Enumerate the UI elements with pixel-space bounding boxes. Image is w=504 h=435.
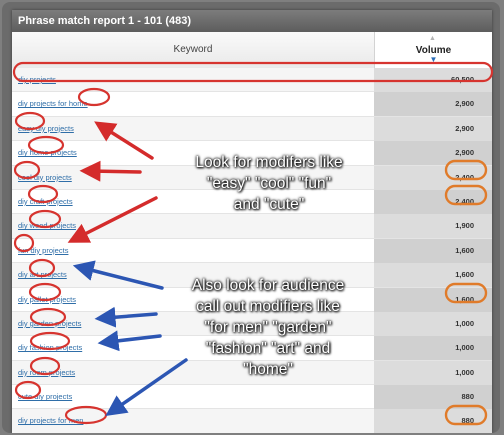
volume-value: 2,900 xyxy=(374,116,492,141)
table-row: easy diy projects 2,900 xyxy=(12,116,492,142)
sort-up-icon: ▲ xyxy=(429,35,436,42)
sort-down-icon: ▼ xyxy=(429,55,438,64)
keyword-link[interactable]: diy garden projects xyxy=(18,312,81,336)
note-line: Look for modifers like xyxy=(195,154,343,171)
report-title: Phrase match report 1 - 101 (483) xyxy=(12,10,492,32)
volume-value: 1,000 xyxy=(374,360,492,385)
keyword-link[interactable]: diy projects xyxy=(18,68,56,92)
note-line: call out modifiers like xyxy=(196,298,340,315)
volume-value: 880 xyxy=(374,385,492,410)
volume-value: 2,400 xyxy=(374,189,492,214)
keyword-link[interactable]: diy fashion projects xyxy=(18,336,82,360)
note-line: Also look for audience xyxy=(191,277,345,294)
note-line: "home" xyxy=(243,361,293,378)
table-row: fun diy projects 1,600 xyxy=(12,238,492,264)
volume-value: 880 xyxy=(374,409,492,433)
volume-value: 2,900 xyxy=(374,92,492,117)
annotation-note-modifiers: Look for modifers like "easy" "cool" "fu… xyxy=(148,152,390,215)
note-line: "for men" "garden" xyxy=(204,319,332,336)
volume-value: 60,500 xyxy=(374,68,492,92)
volume-value: 1,900 xyxy=(374,214,492,239)
note-line: "fashion" "art" and xyxy=(205,340,331,357)
volume-column-header[interactable]: ▲ Volume ▼ xyxy=(374,32,492,68)
annotation-note-audience: Also look for audience call out modifier… xyxy=(148,275,388,380)
volume-value: 2,400 xyxy=(374,165,492,190)
keyword-link[interactable]: diy wood projects xyxy=(18,214,76,238)
keyword-link[interactable]: diy art projects xyxy=(18,263,67,287)
volume-value: 1,600 xyxy=(374,263,492,288)
keyword-link[interactable]: cute diy projects xyxy=(18,385,72,409)
volume-value: 1,000 xyxy=(374,336,492,361)
keyword-link[interactable]: diy projects for home xyxy=(18,92,88,116)
table-header: Keyword ▲ Volume ▼ xyxy=(12,32,492,69)
table-row: diy wood projects 1,900 xyxy=(12,214,492,239)
keyword-column-header[interactable]: Keyword xyxy=(12,32,374,68)
keyword-link[interactable]: fun diy projects xyxy=(18,239,68,263)
keyword-link[interactable]: diy pallet projects xyxy=(18,288,76,312)
table-row: diy projects for home 2,900 xyxy=(12,92,492,117)
keyword-link[interactable]: diy room projects xyxy=(18,361,75,385)
volume-value: 1,600 xyxy=(374,287,492,312)
note-line: and "cute" xyxy=(233,196,305,213)
keyword-link[interactable]: diy projects for men xyxy=(18,409,83,433)
volume-value: 1,600 xyxy=(374,238,492,263)
table-row: cute diy projects 880 xyxy=(12,385,492,410)
table-row: diy projects for men 880 xyxy=(12,409,492,433)
note-line: "easy" "cool" "fun" xyxy=(206,175,332,192)
volume-value: 1,000 xyxy=(374,311,492,336)
keyword-link[interactable]: diy craft projects xyxy=(18,190,73,214)
keyword-link[interactable]: easy diy projects xyxy=(18,117,74,141)
volume-value: 2,900 xyxy=(374,141,492,166)
keyword-link[interactable]: diy home projects xyxy=(18,141,77,165)
table-row: diy projects 60,500 xyxy=(12,68,492,93)
keyword-link[interactable]: cool diy projects xyxy=(18,166,72,190)
